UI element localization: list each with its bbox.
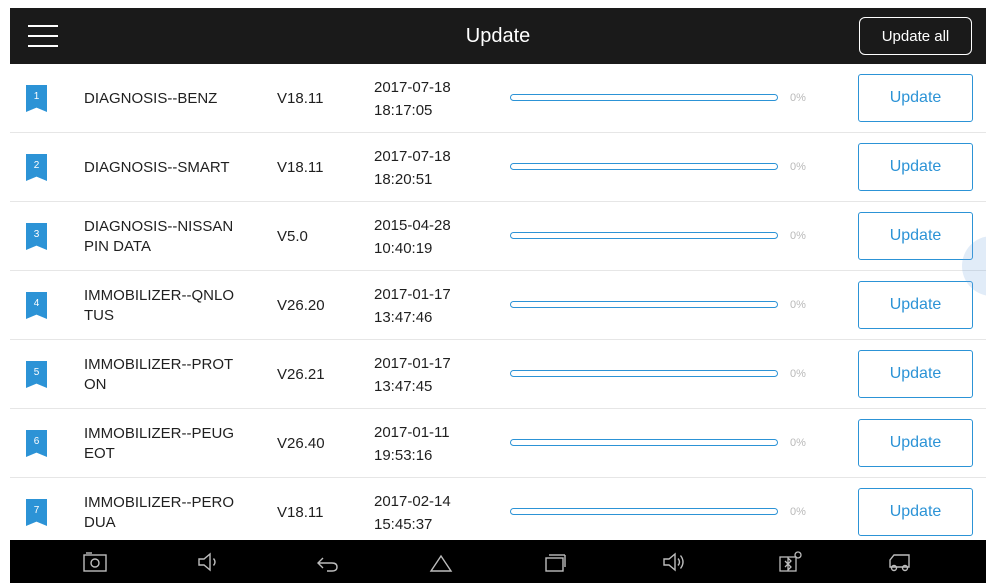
back-icon[interactable] — [315, 551, 339, 573]
update-time: 10:40:19 — [374, 239, 433, 257]
version-label: V18.11 — [277, 504, 324, 521]
update-date: 2017-07-18 — [374, 147, 451, 165]
progress-percent: 0% — [790, 230, 806, 242]
screenshot-icon[interactable] — [83, 551, 107, 573]
name-line-2: ON — [84, 375, 107, 393]
update-list: 1 DIAGNOSIS--BENZ V18.11 2017-07-18 18:17… — [10, 64, 986, 540]
update-time: 18:20:51 — [374, 170, 433, 188]
list-item: 1 DIAGNOSIS--BENZ V18.11 2017-07-18 18:17… — [10, 64, 986, 133]
progress-percent: 0% — [790, 368, 806, 380]
name-line-1: IMMOBILIZER--PEUG — [84, 424, 235, 442]
progress-bar — [510, 370, 778, 377]
update-date: 2017-01-17 — [374, 285, 451, 303]
progress-bar — [510, 94, 778, 101]
update-button[interactable]: Update — [858, 488, 973, 536]
update-time: 15:45:37 — [374, 515, 433, 533]
software-name: DIAGNOSIS--NISSAN PIN DATA — [84, 202, 262, 271]
software-name: IMMOBILIZER--PERO DUA — [84, 478, 262, 540]
progress-percent: 0% — [790, 437, 806, 449]
update-date: 2017-01-11 — [374, 423, 450, 441]
system-navigation-bar — [10, 540, 986, 583]
update-date: 2017-02-14 — [374, 492, 451, 510]
list-item: 3 DIAGNOSIS--NISSAN PIN DATA V5.0 2015-04… — [10, 202, 986, 271]
update-time: 13:47:45 — [374, 377, 433, 395]
update-date: 2017-07-18 — [374, 78, 451, 96]
list-item: 5 IMMOBILIZER--PROT ON V26.21 2017-01-17 1… — [10, 340, 986, 409]
list-item: 4 IMMOBILIZER--QNLO TUS V26.20 2017-01-17… — [10, 271, 986, 340]
update-all-button[interactable]: Update all — [859, 17, 972, 55]
update-button[interactable]: Update — [858, 143, 973, 191]
volume-up-icon[interactable] — [662, 551, 686, 573]
update-date: 2015-04-28 — [374, 216, 451, 234]
name-line-1: DIAGNOSIS--NISSAN — [84, 217, 234, 235]
index-badge: 2 — [26, 154, 47, 181]
update-date: 2017-01-17 — [374, 354, 451, 372]
version-label: V26.20 — [277, 297, 325, 314]
index-badge: 5 — [26, 361, 47, 388]
home-icon[interactable] — [429, 551, 453, 573]
page-title: Update — [465, 25, 531, 47]
version-label: V26.21 — [277, 366, 325, 383]
name-line-2: EOT — [84, 444, 115, 462]
software-name: IMMOBILIZER--PEUG EOT — [84, 409, 262, 478]
update-datetime: 2017-01-11 19:53:16 — [374, 409, 450, 478]
update-time: 19:53:16 — [374, 446, 433, 464]
update-datetime: 2017-01-17 13:47:46 — [374, 271, 451, 340]
update-time: 18:17:05 — [374, 101, 433, 119]
version-label: V18.11 — [277, 159, 324, 176]
progress-percent: 0% — [790, 161, 806, 173]
version-label: V18.11 — [277, 90, 324, 107]
update-datetime: 2015-04-28 10:40:19 — [374, 202, 451, 271]
progress-bar — [510, 439, 778, 446]
software-name: DIAGNOSIS--SMART — [84, 133, 262, 202]
version-label: V26.40 — [277, 435, 325, 452]
progress-percent: 0% — [790, 506, 806, 518]
index-badge: 6 — [26, 430, 47, 457]
update-time: 13:47:46 — [374, 308, 433, 326]
progress-bar — [510, 163, 778, 170]
update-datetime: 2017-07-18 18:17:05 — [374, 64, 451, 133]
recent-apps-icon[interactable] — [543, 551, 567, 573]
name-line-1: DIAGNOSIS--BENZ — [84, 89, 218, 107]
name-line-2: PIN DATA — [84, 237, 151, 255]
software-name: IMMOBILIZER--PROT ON — [84, 340, 262, 409]
name-line-1: IMMOBILIZER--PROT — [84, 355, 234, 373]
version-label: V5.0 — [277, 228, 308, 245]
vehicle-connect-icon[interactable] — [887, 551, 911, 573]
update-button[interactable]: Update — [858, 212, 973, 260]
name-line-1: IMMOBILIZER--PERO — [84, 493, 235, 511]
update-datetime: 2017-02-14 15:45:37 — [374, 478, 451, 540]
update-button[interactable]: Update — [858, 74, 973, 122]
progress-bar — [510, 232, 778, 239]
name-line-2: TUS — [84, 306, 114, 324]
name-line-1: IMMOBILIZER--QNLO — [84, 286, 235, 304]
update-button[interactable]: Update — [858, 350, 973, 398]
index-badge: 1 — [26, 85, 47, 112]
index-badge: 7 — [26, 499, 47, 526]
progress-percent: 0% — [790, 299, 806, 311]
list-item: 7 IMMOBILIZER--PERO DUA V18.11 2017-02-14… — [10, 478, 986, 540]
software-name: IMMOBILIZER--QNLO TUS — [84, 271, 262, 340]
top-bar: Update Update all — [10, 8, 986, 64]
progress-bar — [510, 508, 778, 515]
index-badge: 4 — [26, 292, 47, 319]
progress-percent: 0% — [790, 92, 806, 104]
update-button[interactable]: Update — [858, 281, 973, 329]
name-line-1: DIAGNOSIS--SMART — [84, 158, 230, 176]
update-datetime: 2017-07-18 18:20:51 — [374, 133, 451, 202]
list-item: 2 DIAGNOSIS--SMART V18.11 2017-07-18 18:2… — [10, 133, 986, 202]
progress-bar — [510, 301, 778, 308]
list-item: 6 IMMOBILIZER--PEUG EOT V26.40 2017-01-11… — [10, 409, 986, 478]
vci-bluetooth-icon[interactable] — [778, 551, 802, 573]
index-badge: 3 — [26, 223, 47, 250]
volume-down-icon[interactable] — [197, 551, 221, 573]
software-name: DIAGNOSIS--BENZ — [84, 64, 262, 133]
update-datetime: 2017-01-17 13:47:45 — [374, 340, 451, 409]
update-button[interactable]: Update — [858, 419, 973, 467]
name-line-2: DUA — [84, 513, 116, 531]
